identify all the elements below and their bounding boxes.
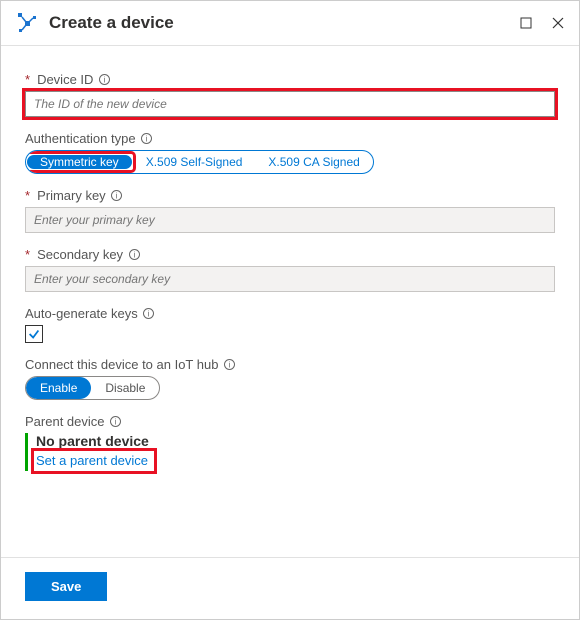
info-icon[interactable]: i xyxy=(143,308,155,320)
form-content: * Device ID i Authentication type i Symm… xyxy=(1,46,579,557)
required-marker: * xyxy=(25,188,30,203)
primary-key-input[interactable] xyxy=(25,207,555,233)
required-marker: * xyxy=(25,247,30,262)
dialog-header: Create a device xyxy=(1,1,579,46)
info-icon[interactable]: i xyxy=(128,249,140,261)
info-icon[interactable]: i xyxy=(141,133,153,145)
save-button[interactable]: Save xyxy=(25,572,107,601)
set-parent-device-link[interactable]: Set a parent device xyxy=(34,451,154,471)
auto-generate-label: Auto-generate keys xyxy=(25,306,138,321)
parent-device-label: Parent device xyxy=(25,414,105,429)
iot-hub-label: Connect this device to an IoT hub xyxy=(25,357,218,372)
info-icon[interactable]: i xyxy=(98,74,110,86)
secondary-key-input[interactable] xyxy=(25,266,555,292)
auth-option-highlight: Symmetric key xyxy=(26,154,133,170)
svg-text:i: i xyxy=(116,192,118,201)
svg-text:i: i xyxy=(146,135,148,144)
svg-text:i: i xyxy=(115,418,117,427)
primary-key-field: * Primary key i xyxy=(25,188,555,233)
iot-hub-enable[interactable]: Enable xyxy=(26,377,91,399)
auth-type-options: Symmetric key X.509 Self-Signed X.509 CA… xyxy=(25,150,374,174)
svg-text:i: i xyxy=(104,76,106,85)
auto-generate-checkbox[interactable] xyxy=(25,325,43,343)
parent-device-status: No parent device xyxy=(36,433,555,449)
secondary-key-label: Secondary key xyxy=(37,247,123,262)
iot-hub-field: Connect this device to an IoT hub i Enab… xyxy=(25,357,555,400)
device-id-label: Device ID xyxy=(37,72,93,87)
primary-key-label: Primary key xyxy=(37,188,106,203)
maximize-icon[interactable] xyxy=(519,16,533,30)
dialog-title: Create a device xyxy=(49,13,519,33)
required-marker: * xyxy=(25,72,30,87)
secondary-key-field: * Secondary key i xyxy=(25,247,555,292)
parent-device-status-block: No parent device Set a parent device xyxy=(25,433,555,471)
iot-hub-toggle: Enable Disable xyxy=(25,376,160,400)
dialog-footer: Save xyxy=(1,557,579,619)
iot-hub-disable[interactable]: Disable xyxy=(91,377,159,399)
device-id-field: * Device ID i xyxy=(25,72,555,117)
auth-option-x509-self[interactable]: X.509 Self-Signed xyxy=(133,151,256,173)
auth-type-field: Authentication type i Symmetric key X.50… xyxy=(25,131,555,174)
auth-option-symmetric[interactable]: Symmetric key xyxy=(27,155,132,169)
info-icon[interactable]: i xyxy=(110,416,122,428)
svg-text:i: i xyxy=(148,310,150,319)
auth-option-x509-ca[interactable]: X.509 CA Signed xyxy=(255,151,372,173)
auth-type-label: Authentication type xyxy=(25,131,136,146)
svg-text:i: i xyxy=(133,251,135,260)
parent-device-field: Parent device i No parent device Set a p… xyxy=(25,414,555,471)
info-icon[interactable]: i xyxy=(223,359,235,371)
svg-text:i: i xyxy=(229,361,231,370)
device-logo-icon xyxy=(15,11,39,35)
device-id-input[interactable] xyxy=(25,91,555,117)
auto-generate-field: Auto-generate keys i xyxy=(25,306,555,343)
close-icon[interactable] xyxy=(551,16,565,30)
info-icon[interactable]: i xyxy=(111,190,123,202)
